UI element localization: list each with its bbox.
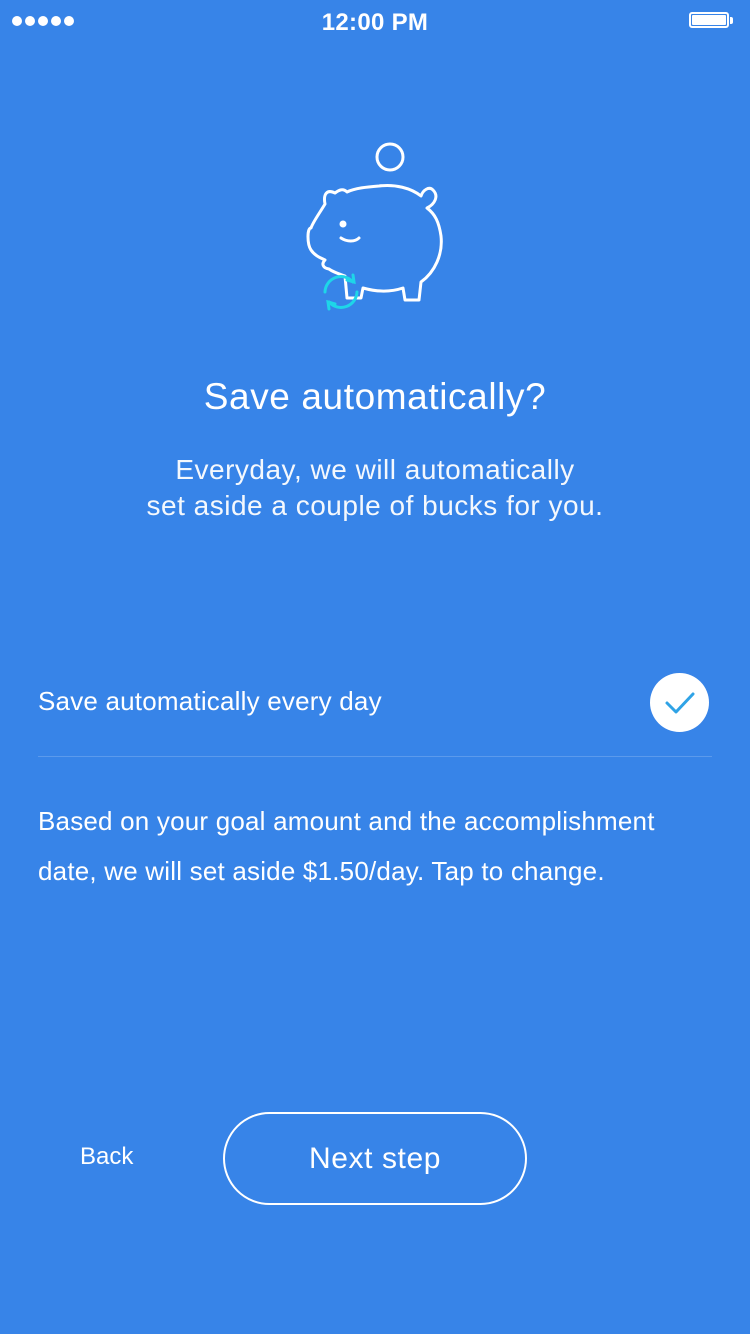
divider [38, 756, 712, 757]
subtitle-line: Everyday, we will automatically [175, 454, 575, 485]
status-bar: 12:00 PM [0, 0, 750, 44]
checkmark-icon [665, 692, 695, 714]
coin-icon [375, 142, 405, 172]
daily-amount-info[interactable]: Based on your goal amount and the accomp… [38, 796, 712, 896]
piggy-eye [339, 220, 347, 228]
next-step-button[interactable]: Next step [223, 1112, 527, 1205]
page-title: Save automatically? [203, 376, 547, 417]
status-time: 12:00 PM [321, 9, 429, 36]
subtitle-line: set aside a couple of bucks for you. [146, 490, 604, 521]
sync-icon [323, 273, 359, 311]
auto-save-toggle-row[interactable]: Save automatically every day [38, 672, 712, 732]
battery-icon [689, 12, 733, 32]
auto-save-checkbox[interactable] [650, 673, 709, 732]
back-button[interactable]: Back [80, 1143, 133, 1171]
page-subtitle: Everyday, we will automatically set asid… [0, 452, 750, 524]
hero-illustration [295, 138, 455, 318]
auto-save-label: Save automatically every day [38, 686, 382, 716]
